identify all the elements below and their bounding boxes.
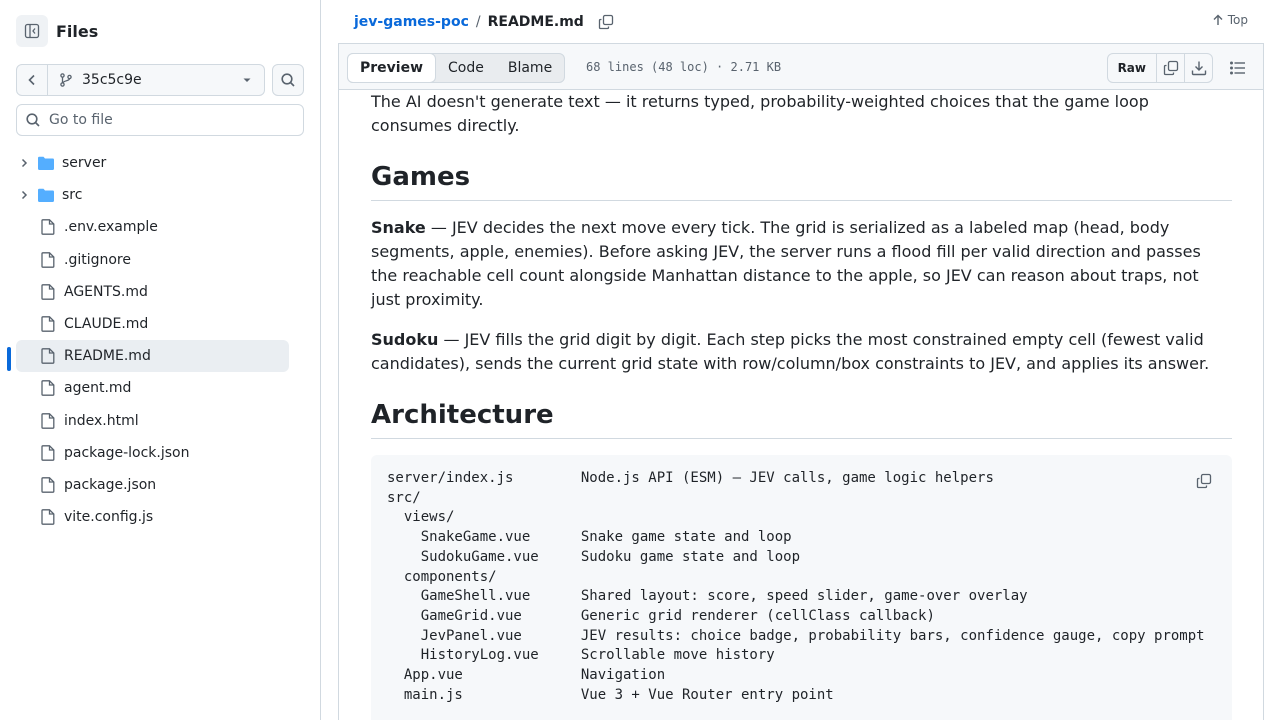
download-icon <box>1191 61 1206 76</box>
file-tree-sidebar: Files 35c5c9e server src <box>0 0 321 720</box>
raw-button[interactable]: Raw <box>1108 54 1156 82</box>
sudoku-title: Sudoku <box>371 330 439 349</box>
copy-icon <box>1163 60 1178 76</box>
architecture-heading: Architecture <box>371 398 1232 439</box>
tree-item-src[interactable]: src <box>16 179 289 211</box>
file-icon <box>41 509 55 526</box>
tree-item-label: src <box>62 187 83 204</box>
breadcrumb-repo-link[interactable]: jev-games-poc <box>354 14 469 30</box>
file-icon <box>41 219 55 236</box>
back-to-top-link[interactable]: Top <box>1212 13 1248 27</box>
tree-item-server[interactable]: server <box>16 147 289 179</box>
tree-item-label: AGENTS.md <box>64 283 148 300</box>
copy-icon <box>598 14 613 29</box>
tab-blame[interactable]: Blame <box>496 54 564 82</box>
git-branch-icon <box>60 73 72 87</box>
sidebar-title: Files <box>56 21 99 41</box>
file-icon <box>41 283 55 300</box>
file-tree: server src .env.example .gitignore AGENT… <box>7 147 289 533</box>
search-icon <box>26 113 40 127</box>
file-icon <box>41 477 55 493</box>
chevron-left-icon <box>28 74 35 86</box>
sidebar-collapse-icon <box>24 23 40 39</box>
tab-preview[interactable]: Preview <box>347 53 437 83</box>
tree-item-label: .gitignore <box>64 251 131 268</box>
search-files-button[interactable] <box>272 64 304 96</box>
tab-code[interactable]: Code <box>436 54 496 82</box>
caret-down-icon <box>243 78 251 82</box>
top-label: Top <box>1227 13 1248 27</box>
view-mode-tabs: Preview Code Blame <box>347 53 566 83</box>
breadcrumb-separator: / <box>475 13 481 30</box>
games-heading: Games <box>371 160 1232 201</box>
copy-path-button[interactable] <box>596 12 616 32</box>
tree-item-label: CLAUDE.md <box>64 316 149 333</box>
arrow-up-icon <box>1213 14 1223 25</box>
tree-item-agents-md[interactable]: AGENTS.md <box>16 276 289 308</box>
tree-item-label: agent.md <box>64 380 132 397</box>
file-meta: 68 lines (48 loc) · 2.71 KB <box>586 60 782 74</box>
tree-item-gitignore[interactable]: .gitignore <box>16 244 289 276</box>
file-actions: Raw <box>1106 53 1213 83</box>
file-toolbar: Preview Code Blame 68 lines (48 loc) · 2… <box>338 44 1264 90</box>
tree-item-readme-md[interactable]: README.md <box>7 340 289 373</box>
copy-icon <box>1196 473 1212 489</box>
branch-row: 35c5c9e <box>16 64 304 96</box>
tree-item-label: package.json <box>64 476 157 493</box>
tree-item-index-html[interactable]: index.html <box>16 405 289 437</box>
outline-button[interactable] <box>1229 59 1247 77</box>
tree-item-label: vite.config.js <box>64 509 154 526</box>
go-to-file-box[interactable] <box>16 104 304 136</box>
readme-content: The AI doesn't generate text — it return… <box>338 90 1264 720</box>
tree-item-vite-config-js[interactable]: vite.config.js <box>16 501 289 533</box>
tree-item-label: package-lock.json <box>64 444 190 461</box>
tree-item-label: index.html <box>64 412 139 429</box>
file-icon <box>41 412 55 429</box>
tree-item-agent-md[interactable]: agent.md <box>16 372 289 404</box>
tree-item-package-json[interactable]: package.json <box>16 469 289 501</box>
file-icon <box>41 444 55 461</box>
folder-icon <box>38 189 54 203</box>
sudoku-text: — JEV fills the grid digit by digit. Eac… <box>371 330 1210 373</box>
snake-title: Snake <box>371 218 426 237</box>
back-button[interactable] <box>16 64 48 96</box>
chevron-right-icon <box>21 191 28 200</box>
tree-item-package-lock-json[interactable]: package-lock.json <box>16 437 289 469</box>
file-icon <box>41 380 55 397</box>
branch-name: 35c5c9e <box>82 72 142 88</box>
tree-item-env-example[interactable]: .env.example <box>16 211 289 243</box>
tree-item-claude-md[interactable]: CLAUDE.md <box>16 308 289 340</box>
chevron-right-icon <box>21 159 28 168</box>
go-to-file-input[interactable] <box>49 112 289 128</box>
sidebar-collapse-button[interactable] <box>16 15 48 47</box>
tree-item-label: README.md <box>64 348 151 365</box>
code-text: server/index.js Node.js API (ESM) — JEV … <box>387 470 1205 703</box>
architecture-code-block: server/index.js Node.js API (ESM) — JEV … <box>371 455 1232 720</box>
tree-item-label: .env.example <box>64 219 158 236</box>
sidebar-header: Files <box>16 15 98 47</box>
file-icon <box>41 316 55 332</box>
search-icon <box>281 73 295 87</box>
folder-icon <box>38 156 54 171</box>
file-icon <box>41 348 55 365</box>
tree-item-label: server <box>62 155 107 172</box>
list-unordered-icon <box>1230 61 1245 75</box>
branch-selector[interactable]: 35c5c9e <box>48 64 265 96</box>
file-icon <box>41 251 55 268</box>
download-button[interactable] <box>1184 54 1212 82</box>
copy-code-button[interactable] <box>1190 467 1218 495</box>
breadcrumb-file: README.md <box>487 13 584 30</box>
snake-text: — JEV decides the next move every tick. … <box>371 218 1201 309</box>
sudoku-paragraph: Sudoku — JEV fills the grid digit by dig… <box>371 328 1232 376</box>
file-header: jev-games-poc / README.md Top <box>338 0 1264 44</box>
snake-paragraph: Snake — JEV decides the next move every … <box>371 216 1232 312</box>
intro-paragraph: The AI doesn't generate text — it return… <box>371 92 1149 135</box>
copy-raw-button[interactable] <box>1156 54 1184 82</box>
